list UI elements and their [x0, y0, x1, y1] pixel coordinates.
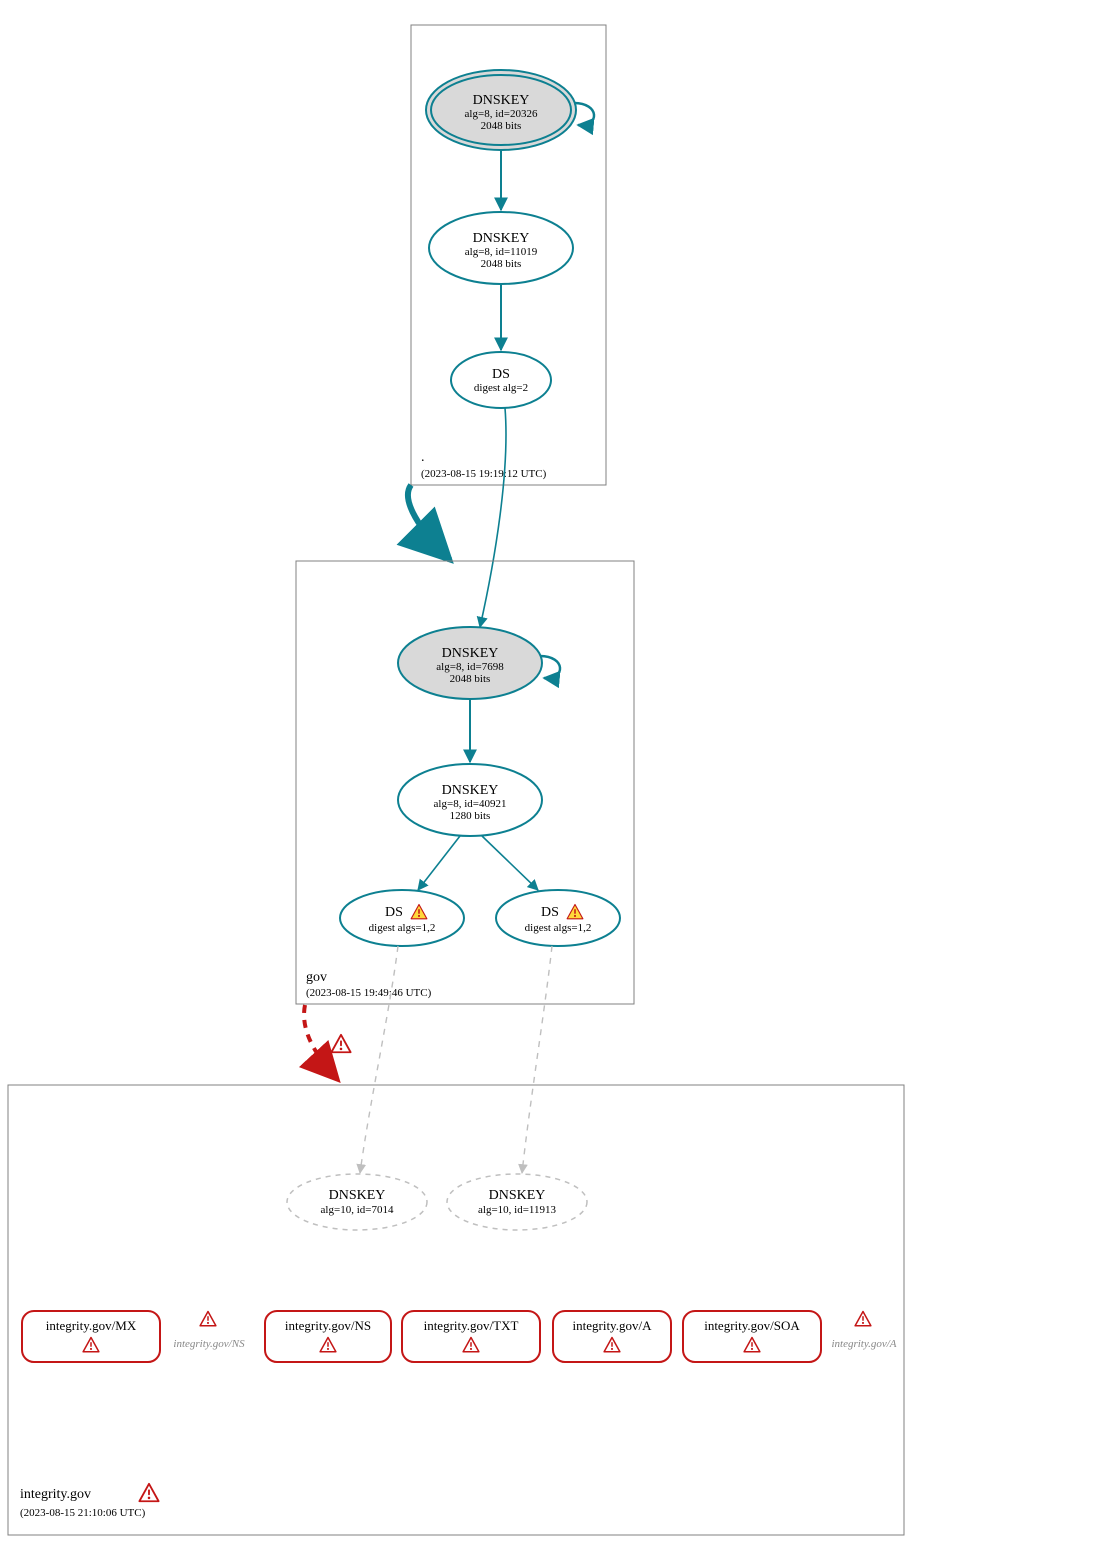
edge-govds1-to-k1	[360, 946, 398, 1173]
svg-text:DNSKEY: DNSKEY	[442, 646, 499, 661]
svg-text:alg=10, id=11913: alg=10, id=11913	[478, 1204, 556, 1216]
root-zsk[interactable]: DNSKEY alg=8, id=11019 2048 bits	[429, 212, 573, 284]
svg-text:integrity.gov/A: integrity.gov/A	[831, 1338, 896, 1350]
zone-root-name: .	[421, 450, 425, 465]
error-icon	[331, 1035, 350, 1052]
svg-text:2048 bits: 2048 bits	[481, 120, 522, 132]
zone-root-timestamp: (2023-08-15 19:19:12 UTC)	[421, 468, 547, 480]
rr-txt[interactable]: integrity.gov/TXT	[402, 1311, 540, 1362]
rr-soa[interactable]: integrity.gov/SOA	[683, 1311, 821, 1362]
svg-text:digest alg=2: digest alg=2	[474, 382, 528, 394]
zone-gov: gov (2023-08-15 19:49:46 UTC) DNSKEY alg…	[296, 561, 634, 1004]
svg-text:1280 bits: 1280 bits	[450, 810, 491, 822]
svg-text:integrity.gov/MX: integrity.gov/MX	[46, 1318, 137, 1333]
zone-root: . (2023-08-15 19:19:12 UTC) DNSKEY alg=8…	[411, 25, 606, 485]
svg-text:DNSKEY: DNSKEY	[489, 1188, 546, 1203]
svg-text:integrity.gov/NS: integrity.gov/NS	[285, 1318, 371, 1333]
svg-text:DS: DS	[385, 905, 403, 920]
svg-text:DS: DS	[541, 905, 559, 920]
gov-ds1[interactable]: DS digest algs=1,2	[340, 890, 464, 946]
svg-text:DS: DS	[492, 367, 510, 382]
error-icon	[200, 1312, 216, 1326]
edge-govds2-to-k2	[522, 946, 552, 1173]
svg-text:alg=8, id=11019: alg=8, id=11019	[465, 246, 538, 258]
svg-text:digest algs=1,2: digest algs=1,2	[525, 922, 592, 934]
error-icon	[139, 1484, 158, 1501]
svg-text:2048 bits: 2048 bits	[450, 673, 491, 685]
svg-text:integrity.gov/SOA: integrity.gov/SOA	[704, 1318, 800, 1333]
svg-text:integrity.gov/NS: integrity.gov/NS	[173, 1338, 245, 1350]
zone-integrity-timestamp: (2023-08-15 21:10:06 UTC)	[20, 1507, 146, 1519]
svg-text:DNSKEY: DNSKEY	[442, 783, 499, 798]
rr-ns-missing: integrity.gov/NS	[173, 1312, 245, 1351]
root-ds[interactable]: DS digest alg=2	[451, 352, 551, 408]
svg-text:2048 bits: 2048 bits	[481, 258, 522, 270]
svg-text:integrity.gov/TXT: integrity.gov/TXT	[424, 1318, 519, 1333]
edge-root-to-gov-zone	[408, 485, 450, 560]
edge-gov-to-integrity-zone	[304, 1005, 338, 1080]
svg-text:DNSKEY: DNSKEY	[473, 231, 530, 246]
integrity-key1[interactable]: DNSKEY alg=10, id=7014	[287, 1174, 427, 1230]
rr-a-missing: integrity.gov/A	[831, 1312, 896, 1351]
svg-text:DNSKEY: DNSKEY	[329, 1188, 386, 1203]
svg-text:alg=8, id=40921: alg=8, id=40921	[434, 798, 507, 810]
rr-mx[interactable]: integrity.gov/MX	[22, 1311, 160, 1362]
svg-text:DNSKEY: DNSKEY	[473, 93, 530, 108]
root-ksk[interactable]: DNSKEY alg=8, id=20326 2048 bits	[426, 70, 594, 150]
svg-text:digest algs=1,2: digest algs=1,2	[369, 922, 436, 934]
dnssec-diagram: . (2023-08-15 19:19:12 UTC) DNSKEY alg=8…	[0, 0, 1099, 1567]
rr-ns[interactable]: integrity.gov/NS	[265, 1311, 391, 1362]
zone-integrity-name: integrity.gov	[20, 1487, 91, 1502]
edge-rootds-to-govksk	[480, 408, 506, 627]
rr-a[interactable]: integrity.gov/A	[553, 1311, 671, 1362]
svg-text:alg=10, id=7014: alg=10, id=7014	[321, 1204, 394, 1216]
zone-gov-name: gov	[306, 970, 327, 985]
svg-text:integrity.gov/A: integrity.gov/A	[573, 1318, 653, 1333]
svg-text:alg=8, id=20326: alg=8, id=20326	[465, 108, 538, 120]
zone-integrity: integrity.gov (2023-08-15 21:10:06 UTC) …	[8, 1085, 904, 1535]
error-icon	[855, 1312, 871, 1326]
gov-ds2[interactable]: DS digest algs=1,2	[496, 890, 620, 946]
gov-ksk[interactable]: DNSKEY alg=8, id=7698 2048 bits	[398, 627, 560, 699]
gov-zsk[interactable]: DNSKEY alg=8, id=40921 1280 bits	[398, 764, 542, 836]
svg-text:alg=8, id=7698: alg=8, id=7698	[436, 661, 504, 673]
zone-gov-timestamp: (2023-08-15 19:49:46 UTC)	[306, 987, 432, 999]
integrity-key2[interactable]: DNSKEY alg=10, id=11913	[447, 1174, 587, 1230]
